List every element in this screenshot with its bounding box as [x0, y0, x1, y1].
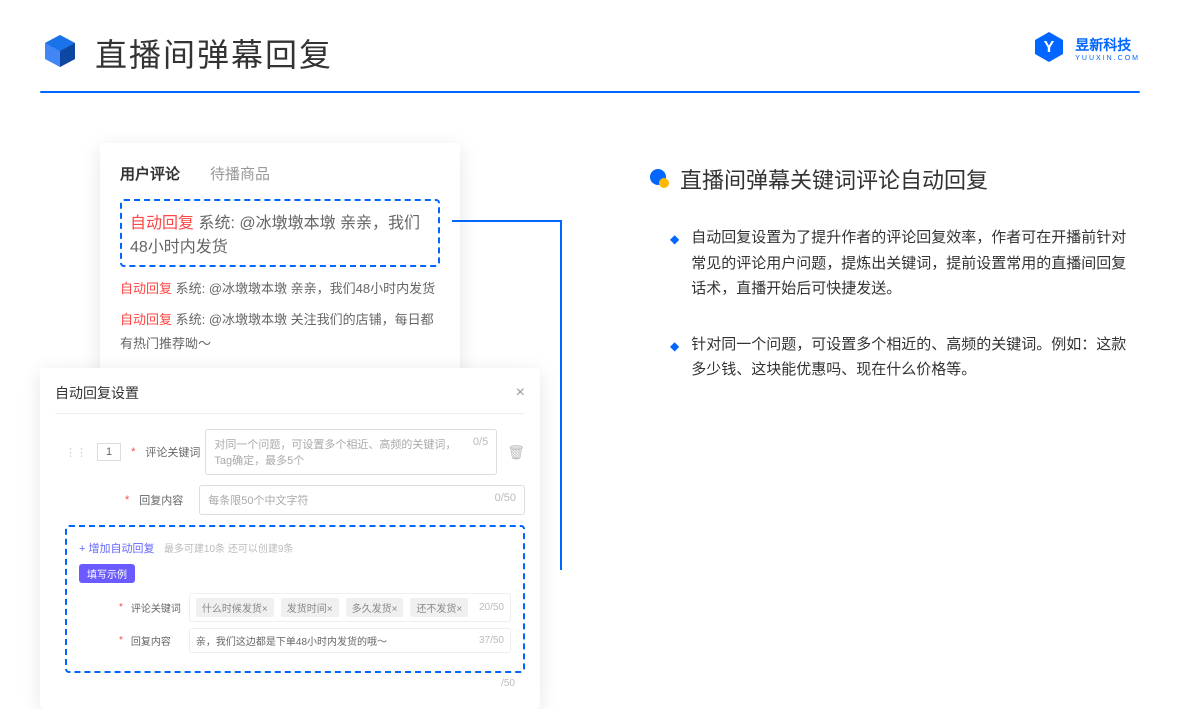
keyword-tag[interactable]: 发货时间×	[281, 598, 339, 617]
example-content-input[interactable]: 亲，我们这边都是下单48小时内发货的哦～ 37/50	[189, 628, 511, 653]
required-marker: *	[119, 635, 123, 646]
content-placeholder: 每条限50个中文字符	[208, 492, 308, 508]
trash-icon[interactable]: 🗑	[507, 444, 525, 461]
bullet-text: 针对同一个问题，可设置多个相近的、高频的关键词。例如：这款多少钱、这块能优惠吗、…	[691, 332, 1140, 383]
bullet-text: 自动回复设置为了提升作者的评论回复效率，作者可在开播前针对常见的评论用户问题，提…	[691, 225, 1140, 302]
add-auto-reply-link[interactable]: + 增加自动回复	[79, 540, 154, 556]
brand-name-en: YUUXIN.COM	[1075, 55, 1140, 62]
comment-item: 自动回复 系统: @冰墩墩本墩 亲亲，我们48小时内发货	[120, 277, 440, 300]
section-title: 直播间弹幕关键词评论自动回复	[650, 163, 1140, 195]
required-marker: *	[119, 602, 123, 613]
keyword-label: 评论关键词	[145, 444, 195, 460]
auto-reply-tag: 自动回复	[120, 281, 172, 296]
settings-title: 自动回复设置	[55, 383, 139, 403]
content-counter: 0/50	[495, 492, 516, 508]
required-marker: *	[125, 494, 129, 506]
page-header: 直播间弹幕回复	[0, 0, 1180, 91]
comment-highlighted: 自动回复 系统: @冰墩墩本墩 亲亲，我们48小时内发货	[120, 199, 440, 267]
comment-item: 自动回复 系统: @冰墩墩本墩 关注我们的店铺，每日都有热门推荐呦～	[120, 308, 440, 355]
bullet-item: ◆ 自动回复设置为了提升作者的评论回复效率，作者可在开播前针对常见的评论用户问题…	[670, 225, 1140, 302]
comment-text: 系统: @冰墩墩本墩 亲亲，我们48小时内发货	[176, 281, 436, 296]
brand-icon: Y	[1031, 30, 1067, 66]
tab-pending-products[interactable]: 待播商品	[210, 163, 270, 184]
drag-handle-icon[interactable]: ⋮⋮	[65, 446, 87, 459]
keyword-placeholder: 对同一个问题，可设置多个相近、高频的关键词，Tag确定，最多5个	[214, 436, 473, 468]
keyword-input[interactable]: 对同一个问题，可设置多个相近、高频的关键词，Tag确定，最多5个 0/5	[205, 429, 497, 475]
bullet-item: ◆ 针对同一个问题，可设置多个相近的、高频的关键词。例如：这款多少钱、这块能优惠…	[670, 332, 1140, 383]
diamond-icon: ◆	[670, 332, 679, 383]
settings-card: 自动回复设置 × ⋮⋮ 1 * 评论关键词 对同一个问题，可设置多个相近、高频的…	[40, 368, 540, 709]
connector-line	[452, 220, 562, 222]
left-panel: 用户评论 待播商品 自动回复 系统: @冰墩墩本墩 亲亲，我们48小时内发货 自…	[40, 143, 540, 413]
auto-reply-tag: 自动回复	[130, 215, 194, 232]
example-keyword-counter: 20/50	[479, 602, 504, 613]
add-hint: 最多可建10条 还可以创建9条	[164, 544, 293, 555]
cube-icon	[40, 33, 80, 73]
example-badge: 填写示例	[79, 564, 135, 583]
content-label: 回复内容	[139, 492, 189, 508]
auto-reply-tag: 自动回复	[120, 312, 172, 327]
required-marker: *	[131, 446, 135, 458]
example-content-label: 回复内容	[131, 633, 181, 648]
row-number: 1	[97, 443, 121, 461]
bottom-counter: /50	[65, 673, 525, 694]
example-box: + 增加自动回复 最多可建10条 还可以创建9条 填写示例 * 评论关键词 什么…	[65, 525, 525, 673]
connector-line-vertical	[560, 220, 562, 570]
brand-name-cn: 昱新科技	[1075, 35, 1140, 55]
diamond-icon: ◆	[670, 225, 679, 302]
brand-logo: Y 昱新科技 YUUXIN.COM	[1031, 30, 1140, 66]
example-keyword-input[interactable]: 什么时候发货× 发货时间× 多久发货× 还不发货× 20/50	[189, 593, 511, 622]
svg-text:Y: Y	[1044, 39, 1055, 56]
keyword-tag[interactable]: 什么时候发货×	[196, 598, 274, 617]
example-keyword-label: 评论关键词	[131, 600, 181, 615]
close-icon[interactable]: ×	[516, 384, 525, 402]
tab-user-comments[interactable]: 用户评论	[120, 163, 180, 184]
comments-card: 用户评论 待播商品 自动回复 系统: @冰墩墩本墩 亲亲，我们48小时内发货 自…	[100, 143, 460, 383]
keyword-tag[interactable]: 还不发货×	[410, 598, 468, 617]
right-panel: 直播间弹幕关键词评论自动回复 ◆ 自动回复设置为了提升作者的评论回复效率，作者可…	[600, 143, 1140, 413]
content-input[interactable]: 每条限50个中文字符 0/50	[199, 485, 525, 515]
example-content-text: 亲，我们这边都是下单48小时内发货的哦～	[196, 633, 387, 648]
example-content-counter: 37/50	[479, 635, 504, 646]
section-title-text: 直播间弹幕关键词评论自动回复	[680, 163, 988, 195]
page-title: 直播间弹幕回复	[95, 30, 333, 76]
keyword-tag[interactable]: 多久发货×	[346, 598, 404, 617]
bullet-icon	[650, 169, 670, 189]
keyword-counter: 0/5	[473, 436, 488, 468]
